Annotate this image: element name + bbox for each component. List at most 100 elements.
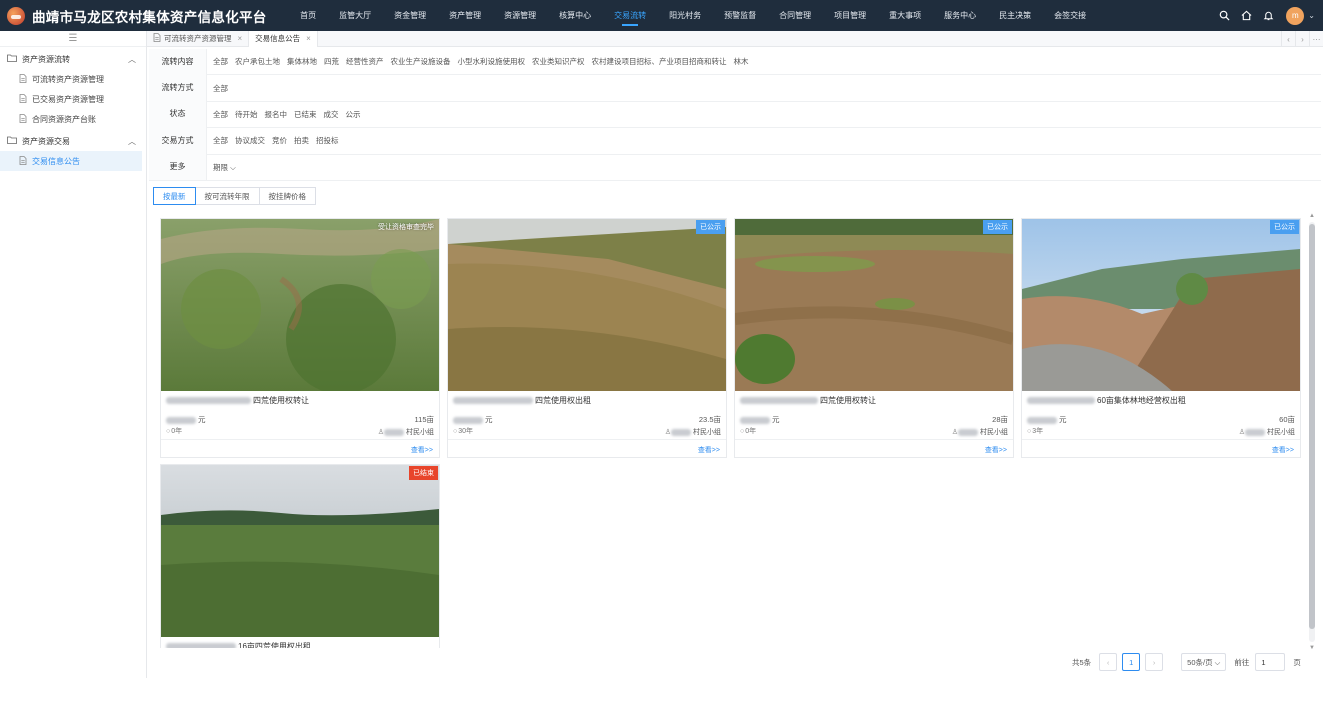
redacted-text [740,416,770,424]
listing-card[interactable]: 已公示四荒使用权出租元 23.5亩 30年 ♙村民小组查看>> [447,218,727,458]
filter-row: 更多 期限 ⌵ [149,154,1321,181]
listing-owner: ♙ 村民小组 [665,427,721,437]
filter-option[interactable]: 成交 [324,109,339,120]
filter-option[interactable]: 农村建设项目招标、产业项目招商和转让 [592,56,727,67]
home-icon[interactable] [1240,10,1252,22]
filter-option[interactable]: 已结束 [294,109,317,120]
filter-option[interactable]: 四荒 [324,56,339,67]
pagination: 共5条 ‹ 1 › 50条/页 ⌵ 前往 1 页 [1072,653,1301,671]
filter-option[interactable]: 公示 [346,109,361,120]
view-link[interactable]: 查看>> [411,445,433,455]
listing-price: 元 [740,414,780,425]
filter-option[interactable]: 期限 ⌵ [213,162,236,173]
tab-0[interactable]: 可流转资产资源管理 × [147,30,250,47]
nav-item-1[interactable]: 监管大厅 [328,0,383,31]
listing-term: 3年 [1027,426,1043,436]
nav-item-6[interactable]: 交易流转 [603,0,658,31]
next-page-button[interactable]: › [1145,653,1164,671]
scroll-up-icon[interactable]: ▲ [1307,212,1317,220]
listing-card[interactable]: 受让资格审查完毕四荒使用权转让元 115亩 0年 ♙村民小组查看>> [160,218,440,458]
sidebar: ☰ 资产资源流转 ︿ 可流转资产资源管理 已交易资产资源管理 合同资源资产台账 资产资源交… [0,31,147,678]
sort-button[interactable]: 按最新 [153,187,196,205]
avatar[interactable]: m [1286,6,1305,25]
listing-title: 四荒使用权出租 [453,395,591,406]
filter-option[interactable]: 全部 [213,56,228,67]
menu-collapse-icon[interactable]: ☰ [0,31,146,47]
filter-option[interactable]: 报名中 [265,109,288,120]
land-photo [161,465,439,637]
sort-button[interactable]: 按可流转年限 [194,187,260,205]
chevron-down-icon[interactable]: ⌄ [1308,11,1315,20]
sidebar-group[interactable]: 资产资源交易 ︿ [0,131,146,151]
view-link[interactable]: 查看>> [985,445,1007,455]
scroll-thumb[interactable] [1309,224,1315,629]
nav-item-12[interactable]: 服务中心 [933,0,988,31]
filter-option[interactable]: 竞价 [272,135,287,146]
filter-option[interactable]: 林木 [734,56,749,67]
chevron-up-icon[interactable]: ︿ [128,136,136,147]
nav-item-5[interactable]: 核算中心 [548,0,603,31]
sidebar-item[interactable]: 合同资源资产台账 [0,109,146,129]
nav-item-2[interactable]: 资金管理 [383,0,438,31]
sidebar-item[interactable]: 已交易资产资源管理 [0,89,146,109]
filter-option[interactable]: 拍卖 [294,135,309,146]
listing-title: 四荒使用权转让 [740,395,876,406]
listing-card[interactable]: 已公示四荒使用权转让元 28亩 0年 ♙村民小组查看>> [734,218,1014,458]
listing-price: 元 [166,414,206,425]
listing-card[interactable]: 已结束 16亩四荒使用权出租 [160,464,440,648]
filter-option[interactable]: 集体林地 [287,56,317,67]
filter-option[interactable]: 全部 [213,135,228,146]
scroll-down-icon[interactable]: ▼ [1307,644,1317,652]
page-size-select[interactable]: 50条/页 ⌵ [1181,653,1227,671]
filter-option[interactable]: 待开始 [235,109,258,120]
nav-item-0[interactable]: 首页 [289,0,328,31]
listing-card[interactable]: 已公示 60亩集体林地经营权出租元 60亩 3年 ♙村民小组查看>> [1021,218,1301,458]
filter-option[interactable]: 全部 [213,109,228,120]
nav-item-13[interactable]: 民主决策 [988,0,1043,31]
filter-option[interactable]: 协议成交 [235,135,265,146]
tab-1[interactable]: 交易信息公告 × [249,30,318,47]
nav-item-4[interactable]: 资源管理 [493,0,548,31]
filter-option[interactable]: 农户承包土地 [235,56,280,67]
owner-text: 村民小组 [980,429,1008,436]
page-number-button[interactable]: 1 [1122,653,1141,671]
listing-area: 23.5亩 [698,415,721,424]
status-badge: 受让资格审查完毕 [378,224,434,231]
land-photo [161,219,439,391]
tab-scroll-left-icon[interactable]: ‹ [1281,31,1295,47]
filter-option[interactable]: 经营性资产 [346,56,384,67]
filter-option[interactable]: 招投标 [316,135,339,146]
sidebar-item[interactable]: 交易信息公告 [0,151,142,171]
sort-button[interactable]: 按挂牌价格 [258,187,316,205]
goto-page-input[interactable]: 1 [1255,653,1286,671]
card-footer: 查看>> [448,439,726,457]
app-title: 曲靖市马龙区农村集体资产信息化平台 [32,9,267,25]
search-icon[interactable] [1218,10,1230,22]
close-icon[interactable]: × [306,34,311,43]
filter-option[interactable]: 农业生产设施设备 [391,56,451,67]
view-link[interactable]: 查看>> [1272,445,1294,455]
listing-term: 0年 [166,426,182,436]
sidebar-group[interactable]: 资产资源流转 ︿ [0,49,146,69]
bell-icon[interactable] [1262,10,1274,22]
nav-item-7[interactable]: 阳光村务 [658,0,713,31]
nav-item-8[interactable]: 预警监督 [713,0,768,31]
vertical-scrollbar[interactable]: ▲ ▼ [1307,212,1317,652]
nav-item-10[interactable]: 项目管理 [823,0,878,31]
close-icon[interactable]: × [238,34,243,43]
filter-label: 状态 [149,101,207,128]
view-link[interactable]: 查看>> [698,445,720,455]
nav-item-11[interactable]: 重大事项 [878,0,933,31]
tab-scroll-right-icon[interactable]: › [1295,31,1309,47]
nav-item-9[interactable]: 合同管理 [768,0,823,31]
filter-option[interactable]: 农业类知识产权 [532,56,585,67]
more-icon[interactable]: ⋯ [1309,31,1323,47]
sidebar-item[interactable]: 可流转资产资源管理 [0,69,146,89]
filter-option[interactable]: 小型水利设施使用权 [458,56,526,67]
filter-option[interactable]: 全部 [213,83,228,94]
nav-item-3[interactable]: 资产管理 [438,0,493,31]
chevron-up-icon[interactable]: ︿ [128,54,136,65]
prev-page-button[interactable]: ‹ [1099,653,1118,671]
folder-icon [7,54,17,64]
nav-item-14[interactable]: 会签交接 [1043,0,1098,31]
